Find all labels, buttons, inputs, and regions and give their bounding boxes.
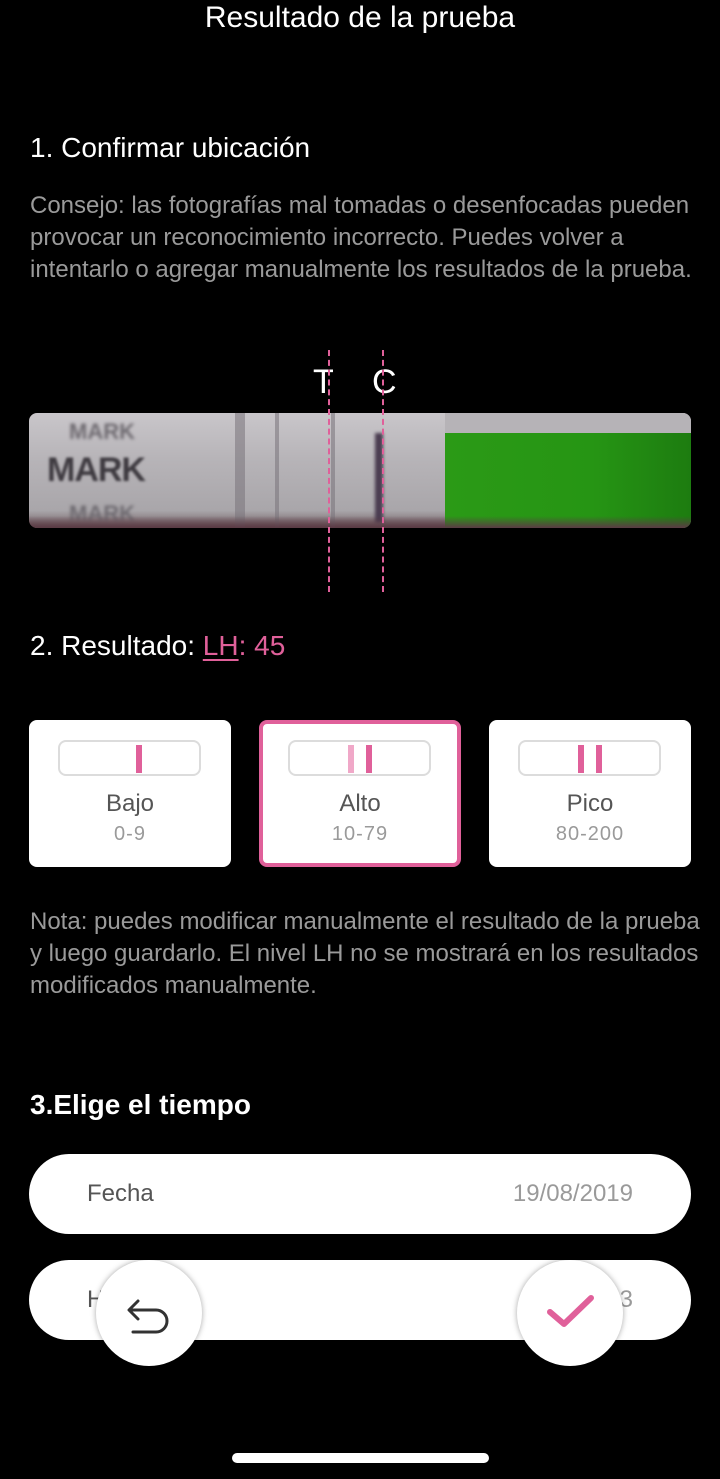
home-indicator[interactable] [232, 1453, 489, 1463]
lh-link[interactable]: LH [203, 630, 239, 661]
confirm-button[interactable] [517, 1260, 623, 1366]
test-strip-photo: MARK MARK MARK [29, 413, 691, 528]
undo-icon [127, 1299, 169, 1334]
strip-icon-bajo [58, 740, 201, 776]
page-title: Resultado de la prueba [204, 1, 516, 34]
date-field[interactable]: Fecha 19/08/2019 [29, 1154, 691, 1234]
option-pico[interactable]: Pico 80-200 [489, 720, 691, 867]
check-icon [547, 1295, 594, 1327]
option-range: 0-9 [114, 823, 146, 845]
undo-button[interactable] [96, 1260, 202, 1366]
option-bajo[interactable]: Bajo 0-9 [29, 720, 231, 867]
t-line-marker[interactable] [328, 350, 330, 592]
option-name: Pico [566, 790, 614, 817]
option-name: Alto [339, 790, 381, 817]
strip-icon-pico [518, 740, 661, 776]
step1-tip: Consejo: las fotografías mal tomadas o d… [30, 192, 692, 283]
step2-result: 2. Resultado: LH: 45 [30, 628, 285, 664]
marker-t-label: T [313, 363, 334, 401]
lh-separator: : [238, 630, 255, 661]
strip-handle [445, 433, 691, 528]
step3-title: 3.Elige el tiempo [30, 1089, 251, 1120]
c-line-marker[interactable] [382, 350, 384, 592]
step1-title: 1. Confirmar ubicación [30, 132, 311, 163]
date-value: 19/08/2019 [512, 1180, 633, 1207]
strip-icon-alto [288, 740, 431, 776]
option-range: 80-200 [555, 823, 625, 845]
result-label: 2. Resultado: [30, 630, 203, 661]
strip-mark-text: MARK [47, 451, 146, 489]
marker-c-label: C [372, 363, 397, 401]
option-name: Bajo [105, 790, 155, 817]
date-label: Fecha [87, 1180, 154, 1207]
lh-value: 45 [254, 630, 286, 661]
option-range: 10-79 [331, 823, 389, 845]
step2-note: Nota: puedes modificar manualmente el re… [30, 908, 700, 999]
option-alto[interactable]: Alto 10-79 [259, 720, 461, 867]
